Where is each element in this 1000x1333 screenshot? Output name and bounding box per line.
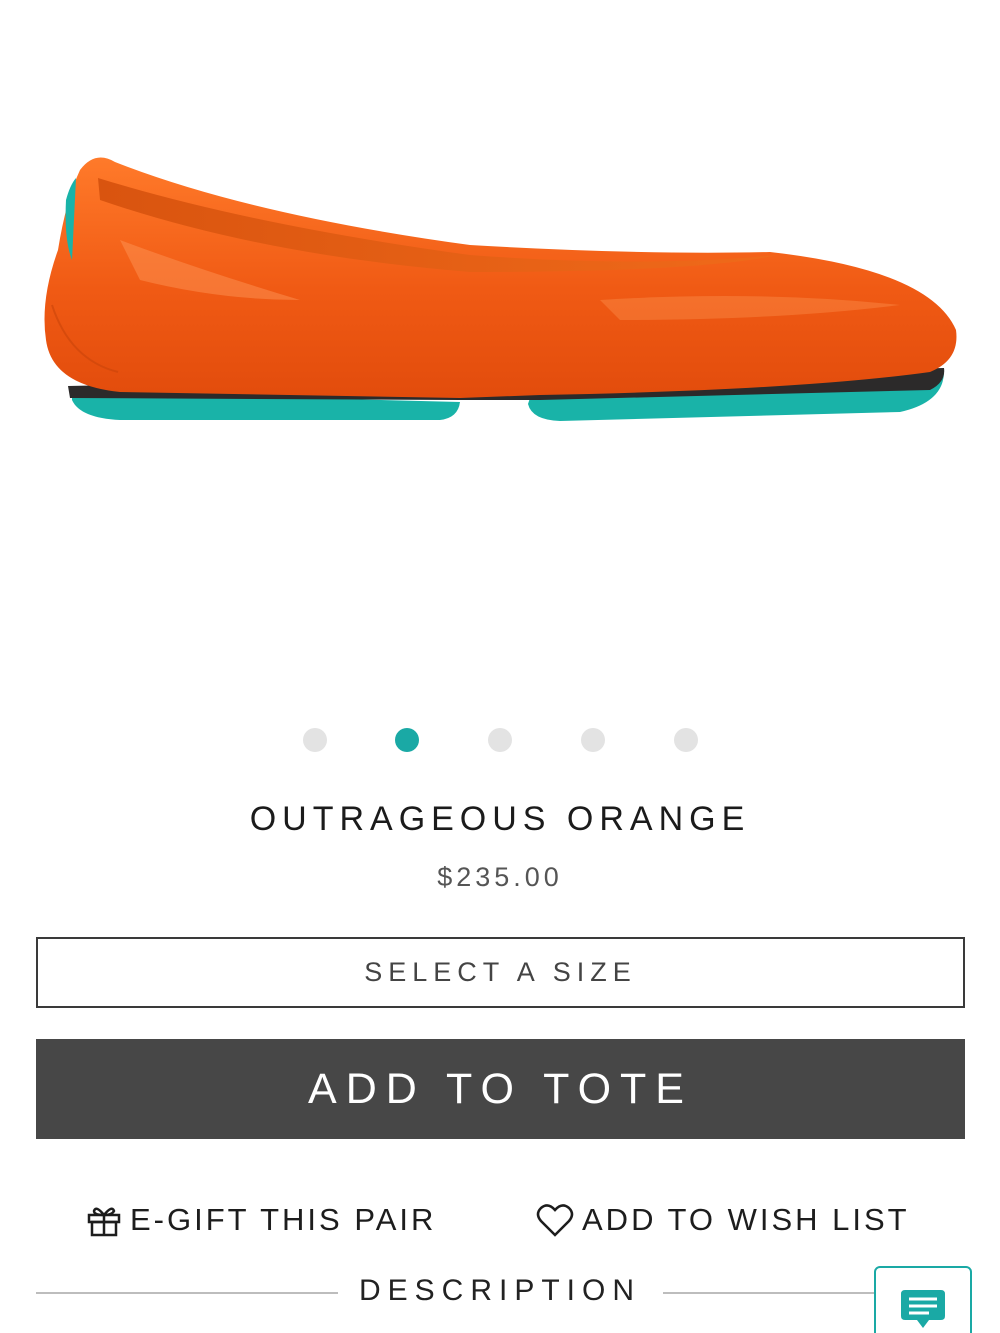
- product-title: OUTRAGEOUS ORANGE: [249, 800, 751, 838]
- product-page: OUTRAGEOUS ORANGE $235.00 SELECT A SIZE …: [0, 0, 1000, 1333]
- product-image: [44, 157, 957, 421]
- description-heading[interactable]: DESCRIPTION: [0, 1274, 1000, 1308]
- carousel-dot-4[interactable]: [581, 728, 605, 752]
- add-to-wishlist-button[interactable]: ADD TO WISH LIST: [536, 1196, 910, 1244]
- carousel-dots: [0, 728, 1000, 752]
- add-to-tote-label: ADD TO TOTE: [308, 1064, 693, 1113]
- size-select-label: SELECT A SIZE: [364, 957, 637, 987]
- size-select[interactable]: SELECT A SIZE: [36, 937, 965, 1008]
- gift-icon: [87, 1207, 121, 1237]
- egift-button[interactable]: E-GIFT THIS PAIR: [86, 1196, 436, 1244]
- product-price: $235.00: [437, 862, 563, 892]
- egift-label: E-GIFT THIS PAIR: [130, 1202, 437, 1237]
- heart-icon: [536, 1204, 574, 1237]
- carousel-dot-2-active[interactable]: [395, 728, 419, 752]
- description-divider-right: [663, 1292, 883, 1294]
- add-to-tote-button[interactable]: ADD TO TOTE: [36, 1039, 965, 1139]
- carousel-dot-3[interactable]: [488, 728, 512, 752]
- wishlist-label: ADD TO WISH LIST: [582, 1202, 910, 1237]
- carousel-dot-1[interactable]: [303, 728, 327, 752]
- chat-icon: [901, 1290, 945, 1328]
- carousel-dot-5[interactable]: [674, 728, 698, 752]
- chat-button[interactable]: [874, 1266, 972, 1333]
